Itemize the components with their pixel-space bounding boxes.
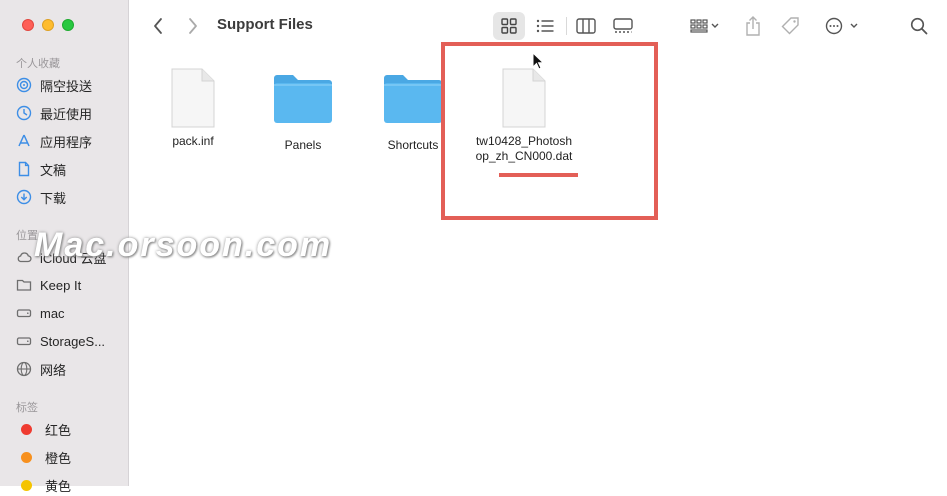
sidebar-item-label: 最近使用 xyxy=(40,106,93,122)
sidebar-item-label: Keep It xyxy=(40,277,82,293)
sidebar-item-recents[interactable]: 最近使用 xyxy=(16,102,92,124)
watermark: Mac.orsoon.com xyxy=(34,226,333,264)
sidebar-item-label: 橙色 xyxy=(45,450,72,466)
columns-icon xyxy=(576,18,596,34)
document-icon xyxy=(16,161,32,177)
folder-icon xyxy=(274,75,332,123)
list-icon xyxy=(536,19,554,33)
sidebar-item-applications[interactable]: 应用程序 xyxy=(16,130,92,152)
sidebar-item-tag-red[interactable]: 红色 xyxy=(16,418,71,440)
mouse-cursor-icon xyxy=(532,52,544,70)
window-title: Support Files xyxy=(217,16,313,33)
tag-yellow-dot xyxy=(21,479,32,491)
download-icon xyxy=(16,189,32,205)
group-grid-icon xyxy=(690,19,719,33)
sidebar-item-label: StorageS... xyxy=(40,333,106,349)
chevron-left-icon xyxy=(154,18,162,34)
disk-icon xyxy=(16,305,32,321)
document-file-icon xyxy=(171,68,215,128)
sidebar-item-label: 隔空投送 xyxy=(40,78,93,94)
sidebar-item-airdrop[interactable]: 隔空投送 xyxy=(16,74,92,96)
column-view-button[interactable] xyxy=(571,12,601,40)
sidebar-item-documents[interactable]: 文稿 xyxy=(16,158,66,180)
tag-orange-dot xyxy=(21,451,32,463)
sidebar-item-downloads[interactable]: 下载 xyxy=(16,186,66,208)
group-button[interactable] xyxy=(685,12,725,40)
more-actions-button[interactable] xyxy=(822,12,862,40)
sidebar-item-tag-yellow[interactable]: 黄色 xyxy=(16,474,71,496)
sidebar-item-network[interactable]: 网络 xyxy=(16,358,66,380)
airdrop-icon xyxy=(16,77,32,93)
network-icon xyxy=(16,361,32,377)
forward-button[interactable] xyxy=(183,12,203,40)
gallery-icon xyxy=(613,18,633,33)
zoom-button[interactable] xyxy=(62,19,74,31)
sidebar-item-label: 应用程序 xyxy=(40,134,93,150)
favorites-section-title: 个人收藏 xyxy=(16,58,60,70)
tag-red-dot xyxy=(21,423,32,435)
share-icon xyxy=(746,16,760,36)
window-controls xyxy=(22,19,74,31)
file-name: Panels xyxy=(284,138,322,152)
tag-icon xyxy=(781,17,799,35)
toolbar-divider xyxy=(566,17,567,35)
sidebar-item-label: mac xyxy=(40,305,65,321)
file-name: pack.inf xyxy=(172,134,214,148)
disk-icon xyxy=(16,333,32,349)
highlight-box xyxy=(441,42,658,220)
gallery-view-button[interactable] xyxy=(607,12,639,40)
tags-section-title: 标签 xyxy=(16,402,38,414)
sidebar-item-label: 黄色 xyxy=(45,478,72,494)
sidebar-item-mac[interactable]: mac xyxy=(16,302,65,324)
minimize-button[interactable] xyxy=(42,19,54,31)
close-button[interactable] xyxy=(22,19,34,31)
file-item-panels[interactable]: Panels xyxy=(253,72,353,153)
search-button[interactable] xyxy=(906,12,932,40)
back-button[interactable] xyxy=(148,12,168,40)
file-item-pack-inf[interactable]: pack.inf xyxy=(143,68,243,149)
clock-icon xyxy=(16,105,32,121)
folder-icon xyxy=(16,277,32,293)
sidebar-item-label: 红色 xyxy=(45,422,72,438)
applications-icon xyxy=(16,133,32,149)
folder-icon xyxy=(384,75,442,123)
tag-button[interactable] xyxy=(779,12,803,40)
list-view-button[interactable] xyxy=(530,12,560,40)
share-button[interactable] xyxy=(741,12,765,40)
ellipsis-circle-icon xyxy=(825,17,858,35)
sidebar-item-storage[interactable]: StorageS... xyxy=(16,330,105,352)
icon-view-button[interactable] xyxy=(493,12,525,40)
sidebar-item-label: 网络 xyxy=(40,362,67,378)
highlight-underline xyxy=(499,173,578,177)
grid-icon xyxy=(501,18,517,34)
search-icon xyxy=(910,17,928,35)
chevron-right-icon xyxy=(189,18,197,34)
sidebar-item-keep-it[interactable]: Keep It xyxy=(16,274,81,296)
sidebar-item-label: 文稿 xyxy=(40,162,67,178)
cloud-icon xyxy=(16,249,32,265)
sidebar-item-label: 下载 xyxy=(40,190,67,206)
sidebar-item-tag-orange[interactable]: 橙色 xyxy=(16,446,71,468)
